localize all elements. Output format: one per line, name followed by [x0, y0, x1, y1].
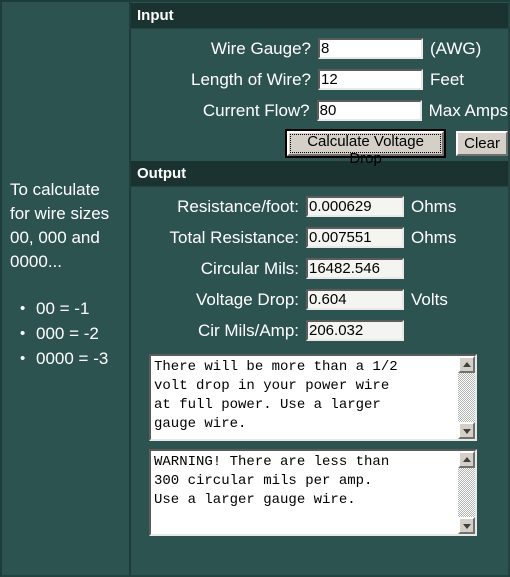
sidebar-note: To calculate for wire sizes 00, 000 and …	[10, 178, 123, 371]
message-text: There will be more than a 1/2 volt drop …	[154, 359, 398, 432]
button-row: Calculate Voltage Drop Clear	[131, 126, 508, 167]
wire-gauge-input[interactable]	[318, 38, 423, 59]
row-circular-mils: Circular Mils:	[131, 253, 508, 284]
scrollbar[interactable]	[458, 356, 475, 439]
row-voltage-drop: Voltage Drop: Volts	[131, 284, 508, 315]
message-box-warning[interactable]: WARNING! There are less than 300 circula…	[149, 449, 477, 536]
row-total-resistance: Total Resistance: Ohms	[131, 222, 508, 253]
sidebar-note-text: To calculate for wire sizes 00, 000 and …	[10, 180, 110, 271]
wire-gauge-label: Wire Gauge?	[210, 38, 311, 58]
list-item: 000 = -2	[20, 321, 123, 346]
message-box-voltage-drop[interactable]: There will be more than a 1/2 volt drop …	[149, 354, 477, 441]
current-flow-input[interactable]	[316, 100, 422, 121]
resistance-per-foot-label: Resistance/foot:	[177, 196, 299, 216]
scroll-up-arrow-icon[interactable]	[458, 451, 475, 468]
sidebar: To calculate for wire sizes 00, 000 and …	[2, 2, 131, 575]
input-form: Wire Gauge? (AWG) Length of Wire? Feet C…	[131, 29, 508, 167]
length-of-wire-input[interactable]	[318, 69, 423, 90]
output-form: Resistance/foot: Ohms Total Resistance: …	[131, 187, 508, 536]
total-resistance-label: Total Resistance:	[169, 227, 299, 247]
calculate-voltage-drop-button[interactable]: Calculate Voltage Drop	[284, 128, 447, 167]
list-item: 00 = -1	[20, 296, 123, 321]
current-flow-unit: Max Amps	[428, 100, 508, 120]
voltage-drop-label: Voltage Drop:	[195, 289, 299, 309]
scroll-down-arrow-icon[interactable]	[458, 422, 475, 439]
current-flow-label: Current Flow?	[202, 100, 310, 120]
input-section-header: Input	[131, 2, 508, 29]
scroll-up-arrow-icon[interactable]	[458, 356, 475, 373]
scroll-down-arrow-icon[interactable]	[458, 517, 475, 534]
main-content: Input Wire Gauge? (AWG) Length of Wire? …	[131, 2, 508, 575]
length-of-wire-label: Length of Wire?	[190, 69, 311, 89]
resistance-per-foot-unit: Ohms	[411, 196, 457, 216]
layout-frame: To calculate for wire sizes 00, 000 and …	[2, 2, 508, 575]
message-text: WARNING! There are less than 300 circula…	[154, 454, 390, 508]
circular-mils-value[interactable]	[306, 258, 404, 279]
total-resistance-unit: Ohms	[411, 227, 457, 247]
output-section-header: Output	[131, 160, 508, 187]
voltage-drop-unit: Volts	[411, 289, 448, 309]
circular-mils-label: Circular Mils:	[200, 258, 299, 278]
row-length-of-wire: Length of Wire? Feet	[131, 64, 508, 95]
cir-mils-per-amp-value[interactable]	[306, 320, 404, 341]
voltage-drop-calculator-page: To calculate for wire sizes 00, 000 and …	[0, 0, 510, 577]
list-item: 0000 = -3	[20, 346, 123, 371]
row-current-flow: Current Flow? Max Amps	[131, 95, 508, 126]
resistance-per-foot-value[interactable]	[306, 196, 404, 217]
voltage-drop-value[interactable]	[306, 289, 404, 310]
cir-mils-per-amp-label: Cir Mils/Amp:	[197, 320, 299, 340]
total-resistance-value[interactable]	[306, 227, 404, 248]
sidebar-gauge-list: 00 = -1 000 = -2 0000 = -3	[10, 296, 123, 371]
clear-button[interactable]: Clear	[456, 130, 508, 156]
length-of-wire-unit: Feet	[430, 69, 465, 89]
wire-gauge-unit: (AWG)	[430, 38, 482, 58]
row-cir-mils-per-amp: Cir Mils/Amp:	[131, 315, 508, 346]
row-wire-gauge: Wire Gauge? (AWG)	[131, 33, 508, 64]
row-resistance-per-foot: Resistance/foot: Ohms	[131, 191, 508, 222]
scrollbar[interactable]	[458, 451, 475, 534]
